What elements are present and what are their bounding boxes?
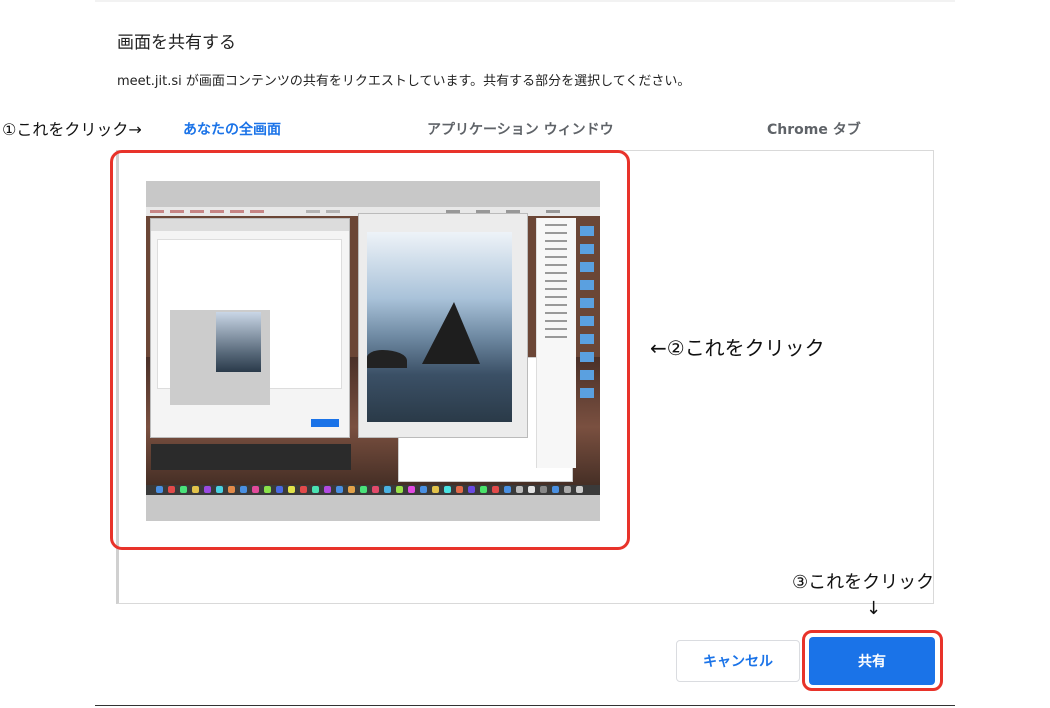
annotation-step3: ③これをクリック [792,572,935,593]
bottom-divider [95,705,955,706]
annotation-step2: ←②これをクリック [650,336,825,360]
top-divider [95,0,955,2]
annotation-step3-arrow: ↓ [866,598,882,619]
highlight-screen-thumbnail [110,150,630,550]
tab-entire-screen[interactable]: あなたの全画面 [183,119,281,139]
highlight-share-button [802,630,943,691]
dialog-title: 画面を共有する [117,33,236,53]
tab-application-window[interactable]: アプリケーション ウィンドウ [427,119,614,139]
cancel-button[interactable]: キャンセル [676,640,800,682]
dialog-description: meet.jit.si が画面コンテンツの共有をリクエストしています。共有する部… [117,74,691,89]
annotation-step1: ①これをクリック→ [2,120,142,139]
tab-chrome-tab[interactable]: Chrome タブ [767,119,861,139]
